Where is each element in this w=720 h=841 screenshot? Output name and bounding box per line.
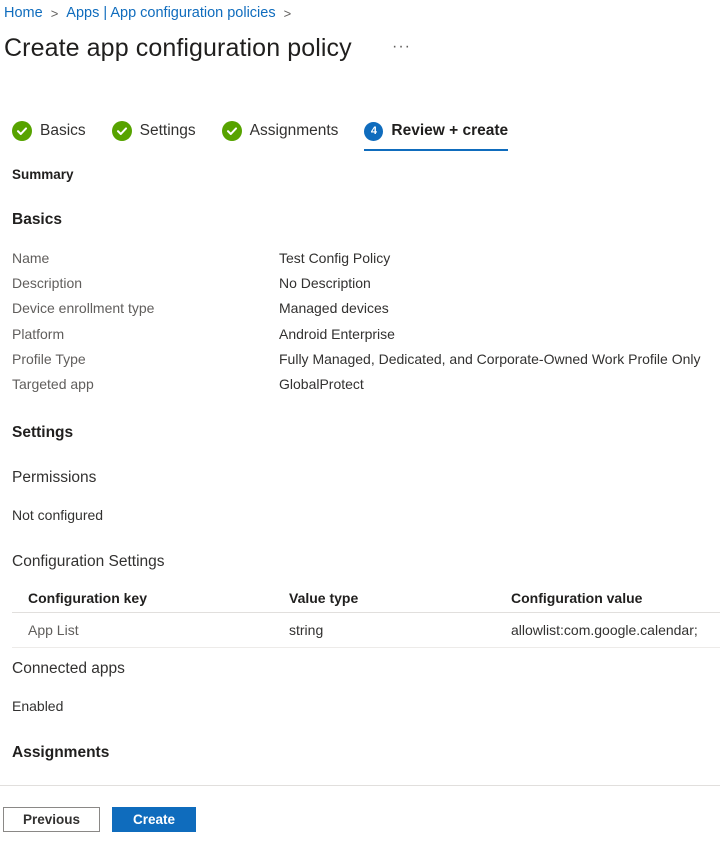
field-value: Managed devices <box>279 300 389 316</box>
field-label: Platform <box>12 326 65 342</box>
step-number-badge: 4 <box>364 121 384 141</box>
field-value: No Description <box>279 275 371 291</box>
breadcrumb-chevron-icon: > <box>283 5 292 21</box>
permissions-value: Not configured <box>12 507 104 523</box>
field-row: Profile Type Fully Managed, Dedicated, a… <box>12 351 701 367</box>
breadcrumb: Home > Apps | App configuration policies… <box>4 5 299 21</box>
footer-divider <box>0 785 720 786</box>
field-row: Targeted app GlobalProtect <box>12 376 364 392</box>
tab-label: Review + create <box>391 122 509 139</box>
column-header-configuration-value: Configuration value <box>511 590 643 606</box>
previous-button[interactable]: Previous <box>3 807 100 832</box>
page-title: Create app configuration policy <box>4 34 352 62</box>
cell-configuration-value: allowlist:com.google.calendar; <box>511 622 698 638</box>
field-value: Fully Managed, Dedicated, and Corporate-… <box>279 351 701 367</box>
table-header-row: Configuration key Value type Configurati… <box>12 584 720 613</box>
settings-heading: Settings <box>12 424 74 441</box>
breadcrumb-apps-link[interactable]: Apps | App configuration policies <box>66 5 275 21</box>
table-row: App List string allowlist:com.google.cal… <box>12 613 720 648</box>
tab-basics[interactable]: Basics <box>12 121 86 141</box>
configuration-table: Configuration key Value type Configurati… <box>12 584 720 648</box>
cell-configuration-key: App List <box>28 622 79 638</box>
permissions-heading: Permissions <box>12 469 97 486</box>
column-header-configuration-key: Configuration key <box>28 590 148 606</box>
field-value: GlobalProtect <box>279 376 364 392</box>
wizard-steps: Basics Settings Assignments 4 Review + c… <box>12 121 534 151</box>
check-circle-icon <box>12 121 32 141</box>
cell-value-type: string <box>289 622 324 638</box>
check-circle-icon <box>221 121 242 141</box>
tab-review-create[interactable]: 4 Review + create <box>364 121 509 151</box>
summary-title: Summary <box>12 167 74 182</box>
breadcrumb-chevron-icon: > <box>50 5 59 21</box>
check-circle-icon <box>111 121 132 141</box>
field-row: Description No Description <box>12 275 371 291</box>
breadcrumb-home-link[interactable]: Home <box>4 5 43 21</box>
tab-label: Basics <box>40 122 86 139</box>
field-label: Targeted app <box>12 376 94 392</box>
basics-heading: Basics <box>12 211 62 228</box>
field-value: Test Config Policy <box>279 250 391 266</box>
tab-settings[interactable]: Settings <box>111 121 196 141</box>
tab-assignments[interactable]: Assignments <box>221 121 339 141</box>
field-row: Name Test Config Policy <box>12 250 390 266</box>
tab-label: Assignments <box>249 122 339 139</box>
field-label: Name <box>12 250 50 266</box>
field-value: Android Enterprise <box>279 326 395 342</box>
more-options-icon[interactable]: ··· <box>392 38 411 56</box>
connected-apps-heading: Connected apps <box>12 660 125 677</box>
tab-label: Settings <box>139 122 196 139</box>
configuration-settings-heading: Configuration Settings <box>12 553 165 570</box>
field-row: Device enrollment type Managed devices <box>12 300 389 316</box>
field-label: Description <box>12 275 83 291</box>
create-button[interactable]: Create <box>112 807 196 832</box>
field-label: Device enrollment type <box>12 300 155 316</box>
column-header-value-type: Value type <box>289 590 359 606</box>
assignments-heading: Assignments <box>12 744 110 761</box>
field-label: Profile Type <box>12 351 86 367</box>
field-row: Platform Android Enterprise <box>12 326 395 342</box>
connected-apps-value: Enabled <box>12 698 64 714</box>
